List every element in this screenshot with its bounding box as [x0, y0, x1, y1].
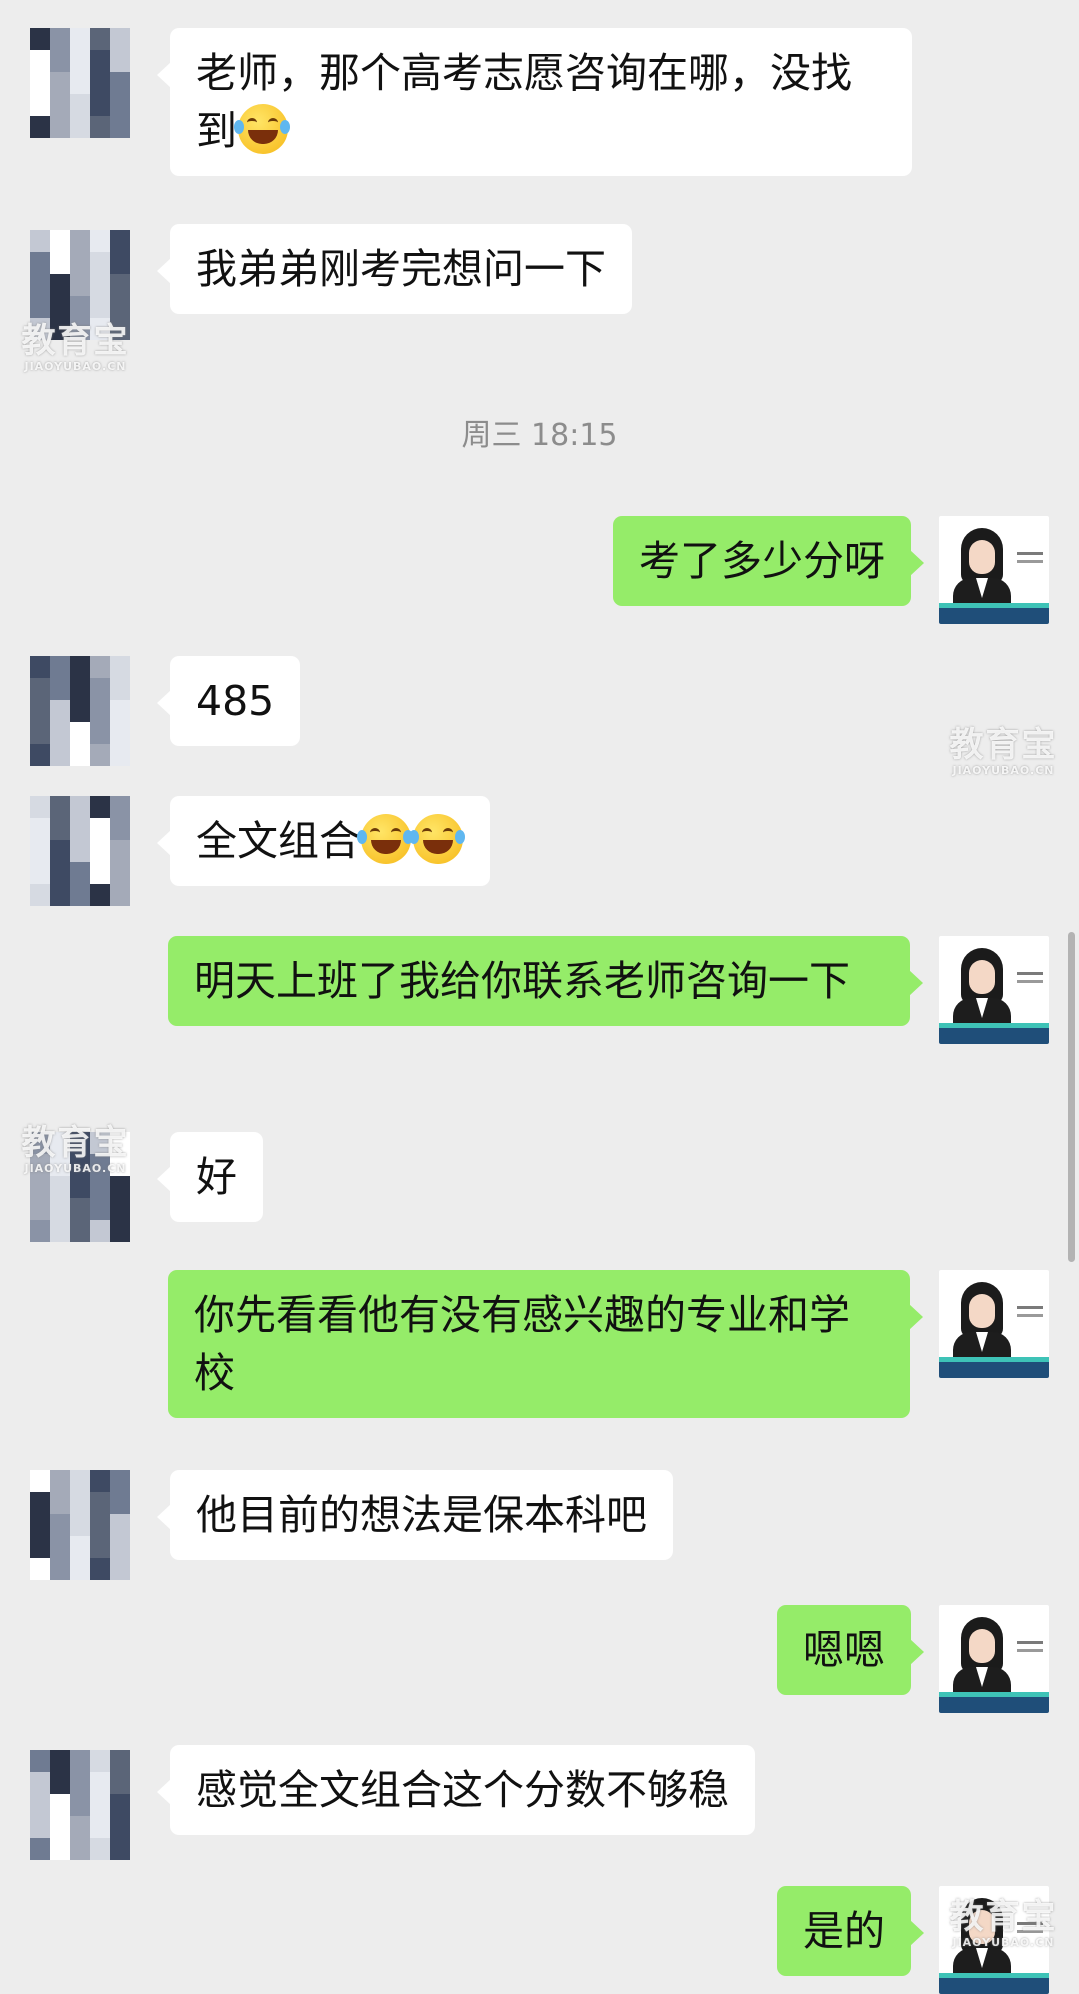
watermark: 教育宝 JIAOYUBAO.CN — [21, 1123, 130, 1175]
message-text: 全文组合 — [196, 817, 360, 865]
message-bubble-outgoing[interactable]: 明天上班了我给你联系老师咨询一下 — [168, 936, 923, 1026]
message-bubble-outgoing[interactable]: 嗯嗯 — [777, 1605, 924, 1695]
my-avatar[interactable] — [939, 1605, 1049, 1713]
joy-icon — [409, 814, 463, 864]
contact-avatar[interactable] — [30, 1470, 130, 1580]
timestamp-divider: 周三 18:15 — [461, 418, 618, 453]
message-bubble-incoming[interactable]: 感觉全文组合这个分数不够稳 — [157, 1745, 755, 1835]
message-bubble-incoming[interactable]: 老师，那个高考志愿咨询在哪，没找到 — [157, 28, 912, 176]
profile-photo — [939, 516, 1049, 624]
contact-avatar[interactable] — [30, 796, 130, 906]
profile-photo — [939, 1605, 1049, 1713]
message-bubble-incoming[interactable]: 485 — [156, 656, 301, 746]
watermark: 教育宝 JIAOYUBAO.CN — [949, 725, 1058, 777]
message-text: 感觉全文组合这个分数不够稳 — [196, 1766, 729, 1814]
contact-avatar[interactable] — [30, 656, 130, 766]
profile-photo — [939, 1270, 1049, 1378]
message-bubble-incoming[interactable]: 我弟弟刚考完想问一下 — [157, 224, 632, 314]
message-text: 好 — [196, 1153, 237, 1201]
joy-icon — [234, 104, 288, 154]
scrollbar[interactable] — [1068, 932, 1075, 1262]
message-bubble-outgoing[interactable]: 考了多少分呀 — [613, 516, 924, 606]
message-text: 你先看看他有没有感兴趣的专业和学校 — [194, 1291, 850, 1397]
message-bubble-incoming[interactable]: 全文组合 — [157, 796, 490, 886]
message-text: 我弟弟刚考完想问一下 — [196, 245, 606, 293]
message-text: 明天上班了我给你联系老师咨询一下 — [194, 957, 850, 1005]
message-bubble-incoming[interactable]: 他目前的想法是保本科吧 — [157, 1470, 673, 1560]
contact-avatar[interactable] — [30, 1750, 130, 1860]
my-avatar[interactable] — [939, 1270, 1049, 1378]
message-bubble-incoming[interactable]: 好 — [157, 1132, 263, 1222]
message-text: 嗯嗯 — [803, 1626, 885, 1674]
message-text: 考了多少分呀 — [639, 537, 885, 585]
chat-screen: 老师，那个高考志愿咨询在哪，没找到 我弟弟刚考完想问一下 周三 18:15 考了… — [0, 0, 1079, 1994]
my-avatar[interactable] — [939, 936, 1049, 1044]
joy-icon — [357, 814, 411, 864]
my-avatar[interactable] — [939, 516, 1049, 624]
message-bubble-outgoing[interactable]: 是的 — [777, 1886, 924, 1976]
watermark: 教育宝 JIAOYUBAO.CN — [949, 1897, 1058, 1949]
profile-photo — [939, 936, 1049, 1044]
message-text: 是的 — [803, 1907, 885, 1955]
message-text: 他目前的想法是保本科吧 — [196, 1491, 647, 1539]
message-bubble-outgoing[interactable]: 你先看看他有没有感兴趣的专业和学校 — [168, 1270, 923, 1418]
watermark: 教育宝 JIAOYUBAO.CN — [21, 321, 130, 373]
message-text: 485 — [196, 677, 275, 725]
contact-avatar[interactable] — [30, 28, 130, 138]
message-text: 老师，那个高考志愿咨询在哪，没找到 — [196, 49, 852, 155]
